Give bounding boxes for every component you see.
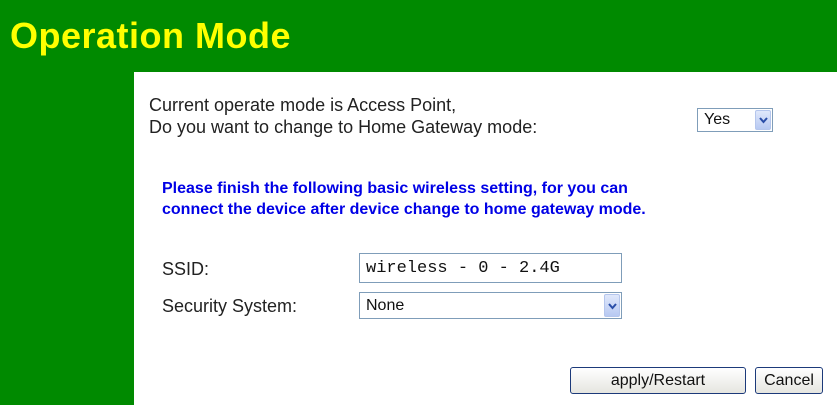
page: Operation Mode Current operate mode is A… [0,0,837,405]
change-mode-select[interactable]: Yes [697,108,773,132]
ssid-input[interactable] [359,253,622,283]
chevron-down-icon[interactable] [755,110,771,130]
content-panel: Current operate mode is Access Point, Do… [134,72,837,405]
security-select[interactable]: None [359,292,622,319]
notice-text: Please finish the following basic wirele… [162,180,646,218]
left-strip [0,72,134,405]
change-mode-question: Do you want to change to Home Gateway mo… [149,117,538,137]
apply-restart-button[interactable]: apply/Restart [570,367,746,394]
chevron-down-icon[interactable] [604,294,620,317]
page-title: Operation Mode [10,15,292,56]
title-bar: Operation Mode [0,0,837,72]
current-mode-text: Current operate mode is Access Point, [149,95,457,115]
security-select-value: None [366,296,405,314]
ssid-label: SSID: [162,259,210,279]
mode-question: Current operate mode is Access Point, Do… [149,94,537,138]
security-label: Security System: [162,296,298,316]
cancel-button[interactable]: Cancel [755,367,823,394]
change-mode-select-value: Yes [704,111,731,128]
